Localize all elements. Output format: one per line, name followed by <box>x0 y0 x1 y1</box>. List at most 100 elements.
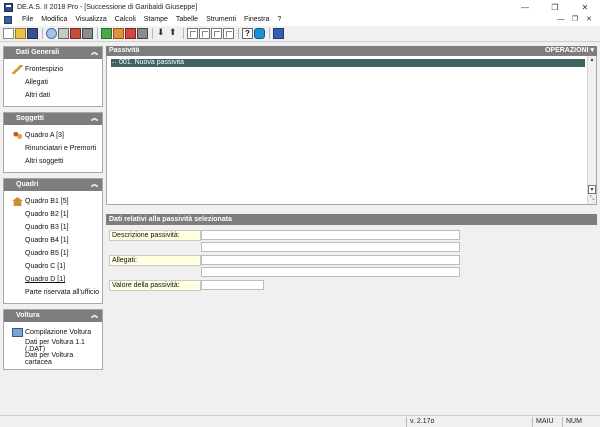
table-icon[interactable] <box>199 28 210 39</box>
toolbar-separator <box>238 28 239 39</box>
menu-finestra[interactable]: Finestra <box>240 14 273 26</box>
menu-visualizza[interactable]: Visualizza <box>71 14 110 26</box>
print-doc-icon[interactable] <box>70 28 81 39</box>
download-icon[interactable] <box>156 27 167 39</box>
sidebar-item-frontespizio[interactable]: Frontespizio <box>4 63 102 76</box>
valore-field[interactable] <box>201 280 264 290</box>
operazioni-button[interactable]: OPERAZIONI ▾ <box>545 46 594 56</box>
upload-icon[interactable] <box>168 27 179 39</box>
sidebar-item-label: Frontespizio <box>25 66 64 73</box>
menu-modifica[interactable]: Modifica <box>37 14 71 26</box>
calc-icon[interactable] <box>211 28 222 39</box>
toolbar-separator <box>269 28 270 39</box>
sidebar-item-quadro-c[interactable]: Quadro C [1] <box>4 260 102 273</box>
sidebar-item-compilazione-voltura[interactable]: Compilazione Voltura <box>4 326 102 339</box>
sidebar-item-quadro-a[interactable]: Quadro A [3] <box>4 129 102 142</box>
mdi-restore-button[interactable]: ❐ <box>568 14 582 26</box>
sidebar-item-rinunciatari[interactable]: Rinunciatari e Premorti <box>4 142 102 155</box>
vertical-scrollbar[interactable]: ▲ ▼ ⤡ <box>587 56 596 204</box>
passivita-list[interactable]: 001. Nuova passività ▲ ▼ ⤡ <box>106 56 597 205</box>
grid-icon[interactable] <box>187 28 198 39</box>
orange-icon[interactable] <box>113 28 124 39</box>
status-caps: MAIU <box>532 417 560 427</box>
menu-file[interactable]: File <box>18 14 37 26</box>
sidebar-item-label: Altri dati <box>25 92 51 99</box>
sidebar-item-label: Quadro B4 [1] <box>25 237 69 244</box>
document-icon[interactable] <box>4 16 12 24</box>
sidebar-item-label: Quadro C [1] <box>25 263 66 270</box>
green-icon[interactable] <box>101 28 112 39</box>
minimize-button[interactable]: — <box>510 0 540 14</box>
red-icon[interactable] <box>125 28 136 39</box>
panel-header[interactable]: Soggetti ︽ <box>4 113 102 125</box>
sidebar-item-label: Quadro B3 [1] <box>25 224 69 231</box>
panel-title: Dati Generali <box>16 49 60 56</box>
new-icon[interactable] <box>3 28 14 39</box>
sidebar-item-quadro-d[interactable]: Quadro D [1] <box>4 273 102 286</box>
toolbar-separator <box>97 28 98 39</box>
sidebar-item-label: Dati per Voltura cartacea <box>25 351 74 366</box>
main-area: Passività OPERAZIONI ▾ 001. Nuova passiv… <box>106 46 597 420</box>
resize-grip-icon[interactable]: ⤡ <box>588 195 596 204</box>
sidebar-item-quadro-b2[interactable]: Quadro B2 [1] <box>4 208 102 221</box>
panel-title: Soggetti <box>16 115 44 122</box>
sidebar-item-parte-riservata[interactable]: Parte riservata all'ufficio <box>4 286 102 299</box>
sidebar-item-quadro-b5[interactable]: Quadro B5 [1] <box>4 247 102 260</box>
title-bar: DE.A.S. II 2018 Pro - [Successione di Ga… <box>0 0 600 14</box>
skype-icon[interactable] <box>254 28 265 39</box>
status-version: v. 2.17o <box>406 417 532 427</box>
menu-stampe[interactable]: Stampe <box>140 14 172 26</box>
sidebar-item-quadro-b3[interactable]: Quadro B3 [1] <box>4 221 102 234</box>
help-icon[interactable]: ? <box>242 28 253 39</box>
report-icon[interactable] <box>223 28 234 39</box>
sidebar-item-label: Quadro B5 [1] <box>25 250 69 257</box>
panel-header[interactable]: Voltura ︽ <box>4 310 102 322</box>
search-icon[interactable] <box>46 28 57 39</box>
mdi-minimize-button[interactable]: — <box>554 14 568 26</box>
sidebar-item-quadro-b1[interactable]: Quadro B1 [5] <box>4 195 102 208</box>
menu-calcoli[interactable]: Calcoli <box>111 14 140 26</box>
restore-button[interactable]: ❐ <box>540 0 570 14</box>
toolbar-separator <box>152 28 153 39</box>
scroll-up-icon[interactable]: ▲ <box>588 56 596 65</box>
sidebar-item-allegati[interactable]: Allegati <box>4 76 102 89</box>
collapse-icon[interactable]: ︽ <box>91 113 98 125</box>
app-icon <box>4 2 13 12</box>
sidebar-item-label: Quadro D [1] <box>25 276 66 283</box>
menu-tabelle[interactable]: Tabelle <box>172 14 202 26</box>
pen-icon <box>12 65 23 74</box>
descrizione-field-2[interactable] <box>201 242 460 252</box>
open-icon[interactable] <box>15 28 26 39</box>
copy-icon[interactable] <box>82 28 93 39</box>
allegati-field-1[interactable] <box>201 255 460 265</box>
book-icon[interactable] <box>273 28 284 39</box>
descrizione-field-1[interactable] <box>201 230 460 240</box>
sidebar-item-label: Quadro A [3] <box>25 132 64 139</box>
splitter[interactable] <box>106 205 597 214</box>
panel-title: Voltura <box>16 312 40 319</box>
list-item[interactable]: 001. Nuova passività <box>111 59 585 67</box>
sidebar-item-altri-dati[interactable]: Altri dati <box>4 89 102 102</box>
print-icon[interactable] <box>58 28 69 39</box>
menu-help[interactable]: ? <box>273 14 285 26</box>
panel-header[interactable]: Dati Generali ︽ <box>4 47 102 59</box>
mdi-close-button[interactable]: ✕ <box>582 14 596 26</box>
menu-strumenti[interactable]: Strumenti <box>202 14 240 26</box>
panel-header[interactable]: Quadri ︽ <box>4 179 102 191</box>
valore-label: Valore della passività: <box>109 280 201 291</box>
allegati-field-2[interactable] <box>201 267 460 277</box>
scroll-down-icon[interactable]: ▼ <box>588 185 596 194</box>
save-icon[interactable] <box>27 28 38 39</box>
sidebar-item-quadro-b4[interactable]: Quadro B4 [1] <box>4 234 102 247</box>
sidebar-item-dati-voltura-dat[interactable]: Dati per Voltura 1.1 (.DAT) <box>4 339 102 353</box>
panel-quadri: Quadri ︽ Quadro B1 [5] Quadro B2 [1] Qua… <box>3 178 103 304</box>
sidebar-item-label: Rinunciatari e Premorti <box>25 145 97 152</box>
collapse-icon[interactable]: ︽ <box>91 47 98 59</box>
sidebar-item-altri-soggetti[interactable]: Altri soggetti <box>4 155 102 168</box>
close-button[interactable]: ✕ <box>570 0 600 14</box>
settings-icon[interactable] <box>137 28 148 39</box>
sidebar-item-dati-voltura-cartacea[interactable]: Dati per Voltura cartacea <box>4 351 102 366</box>
collapse-icon[interactable]: ︽ <box>91 179 98 191</box>
collapse-icon[interactable]: ︽ <box>91 310 98 322</box>
sidebar-item-label: Quadro B1 [5] <box>25 198 69 205</box>
